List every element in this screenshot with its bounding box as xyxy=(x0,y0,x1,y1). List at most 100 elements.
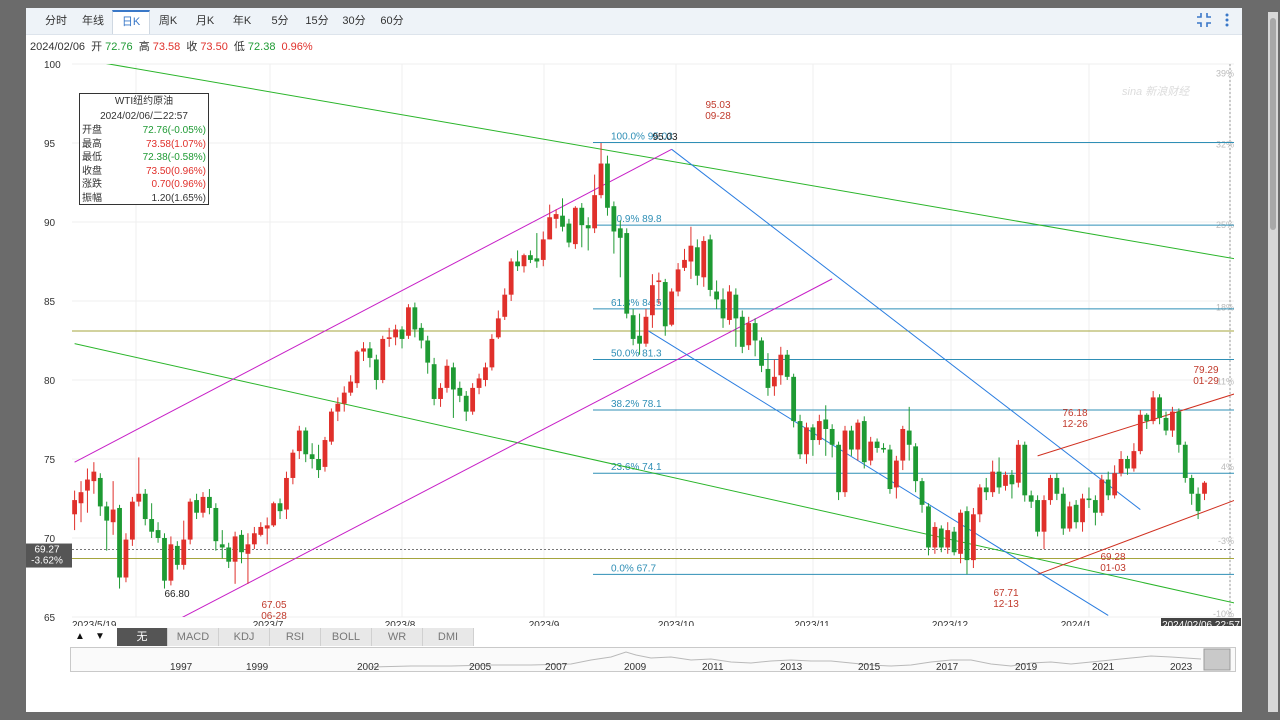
candle-body xyxy=(1022,444,1028,496)
candle-body xyxy=(996,471,1002,488)
y-tick-label: 75 xyxy=(44,455,56,466)
price-annotation-date: 12-13 xyxy=(993,599,1019,610)
candle-body xyxy=(438,387,443,399)
overview-year-label: 2021 xyxy=(1092,662,1115,673)
y-tick-label: 85 xyxy=(44,297,56,308)
candle-body xyxy=(566,223,572,243)
x-tick-label: 2023/7 xyxy=(253,620,284,626)
scroll-down-arrow-icon[interactable]: ▼ xyxy=(95,628,105,646)
tab-weekly-k[interactable]: 周K xyxy=(150,11,186,31)
price-annotation: 95.03 xyxy=(652,132,677,143)
candle-body xyxy=(579,207,585,226)
tab-15min[interactable]: 15分 xyxy=(300,11,334,31)
scroll-up-arrow-icon[interactable]: ▲ xyxy=(75,628,85,646)
candle-body xyxy=(720,299,726,319)
tooltip-instrument-name: WTI纽约原油 xyxy=(114,96,174,107)
overview-window-handle[interactable] xyxy=(1203,648,1231,671)
overview-year-label: 1999 xyxy=(246,662,269,673)
tab-60min[interactable]: 60分 xyxy=(374,11,410,31)
candle-body xyxy=(521,255,527,267)
candle-body xyxy=(251,533,257,545)
candle-body xyxy=(868,441,874,461)
candle-body xyxy=(547,217,553,240)
tooltip-row: 最低 72.38(-0.58%) xyxy=(80,151,208,165)
candle-body xyxy=(489,338,495,368)
candle-body xyxy=(829,428,835,445)
candle-body xyxy=(771,376,777,387)
price-annotation: 67.71 xyxy=(993,588,1018,599)
candle-body xyxy=(117,507,122,578)
history-overview-navigator[interactable] xyxy=(70,647,1236,672)
candle-body xyxy=(412,307,418,330)
indicator-tab-1[interactable]: MACD xyxy=(168,628,219,646)
tab-5min[interactable]: 5分 xyxy=(263,11,297,31)
candle-body xyxy=(913,446,919,482)
candle-body xyxy=(1137,414,1143,452)
candle-body xyxy=(1125,459,1130,469)
candle-body xyxy=(303,430,309,455)
candle-body xyxy=(123,539,129,578)
tooltip-row: 振幅 1.20(1.65%) xyxy=(80,192,208,206)
period-tab-bar: 分时 年线 日K 周K 月K 年K 5分 15分 30分 60分 xyxy=(26,8,1242,35)
candle-body xyxy=(849,430,854,450)
candle-body xyxy=(418,327,424,341)
tab-yearly-k[interactable]: 年K xyxy=(224,11,260,31)
candle-body xyxy=(1099,479,1105,513)
candle-body xyxy=(1067,506,1073,529)
x-tick-label: 2024/1 xyxy=(1061,620,1092,626)
candle-body xyxy=(1195,493,1201,512)
candle-body xyxy=(91,471,97,482)
more-vertical-icon[interactable] xyxy=(1224,12,1230,33)
candle-body xyxy=(540,239,546,260)
candle-body xyxy=(823,419,829,429)
candle-body xyxy=(919,481,925,505)
candle-body xyxy=(906,430,912,445)
candle-body xyxy=(528,255,533,260)
y-tick-label: 100 xyxy=(44,60,61,71)
candle-body xyxy=(136,493,142,502)
tab-monthly-k[interactable]: 月K xyxy=(187,11,223,31)
candle-body xyxy=(245,544,251,554)
tooltip-row-label: 收盘 xyxy=(82,165,102,177)
price-annotation: 67.05 xyxy=(261,600,286,611)
candle-body xyxy=(1015,444,1021,483)
tooltip-row: 最高 73.58(1.07%) xyxy=(80,138,208,152)
fullscreen-icon[interactable] xyxy=(1196,12,1212,33)
page-scrollbar-thumb[interactable] xyxy=(1270,18,1276,230)
candle-body xyxy=(1041,500,1047,532)
tab-30min[interactable]: 30分 xyxy=(337,11,371,31)
indicator-tab-6[interactable]: DMI xyxy=(423,628,474,646)
indicator-tab-0[interactable]: 无 xyxy=(117,628,168,646)
candle-body xyxy=(1182,444,1188,478)
tab-daily-k[interactable]: 日K xyxy=(112,10,150,34)
tooltip-row-label: 涨跌 xyxy=(82,179,102,190)
price-annotation: 95.03 xyxy=(705,100,730,111)
tooltip-row: 开盘 72.76(-0.05%) xyxy=(80,124,208,138)
candle-body xyxy=(373,359,379,380)
indicator-tab-2[interactable]: KDJ xyxy=(219,628,270,646)
indicator-tab-5[interactable]: WR xyxy=(372,628,423,646)
candle-body xyxy=(983,487,989,493)
candle-body xyxy=(701,240,707,278)
candle-body xyxy=(694,247,700,276)
indicator-tab-3[interactable]: RSI xyxy=(270,628,321,646)
candle-body xyxy=(386,337,392,339)
candle-body xyxy=(598,163,604,196)
tab-year-line[interactable]: 年线 xyxy=(74,11,112,31)
candle-body xyxy=(958,512,963,554)
candle-body xyxy=(617,228,623,238)
tooltip-datetime: 2024/02/06/二22:57 xyxy=(100,111,188,122)
candle-body xyxy=(508,261,514,295)
y-tick-label: 65 xyxy=(44,613,56,624)
candle-body xyxy=(656,280,662,283)
right-axis-pct-label: -10% xyxy=(1213,609,1234,619)
tab-intraday[interactable]: 分时 xyxy=(36,11,76,31)
indicator-tab-4[interactable]: BOLL xyxy=(321,628,372,646)
sina-watermark: sina 新浪财经 xyxy=(1122,85,1190,98)
candle-body xyxy=(168,544,174,581)
candle-body xyxy=(329,411,334,442)
overview-year-label: 1997 xyxy=(170,662,193,673)
candle-body xyxy=(232,536,238,562)
candle-body xyxy=(938,528,944,548)
candle-body xyxy=(855,422,861,450)
